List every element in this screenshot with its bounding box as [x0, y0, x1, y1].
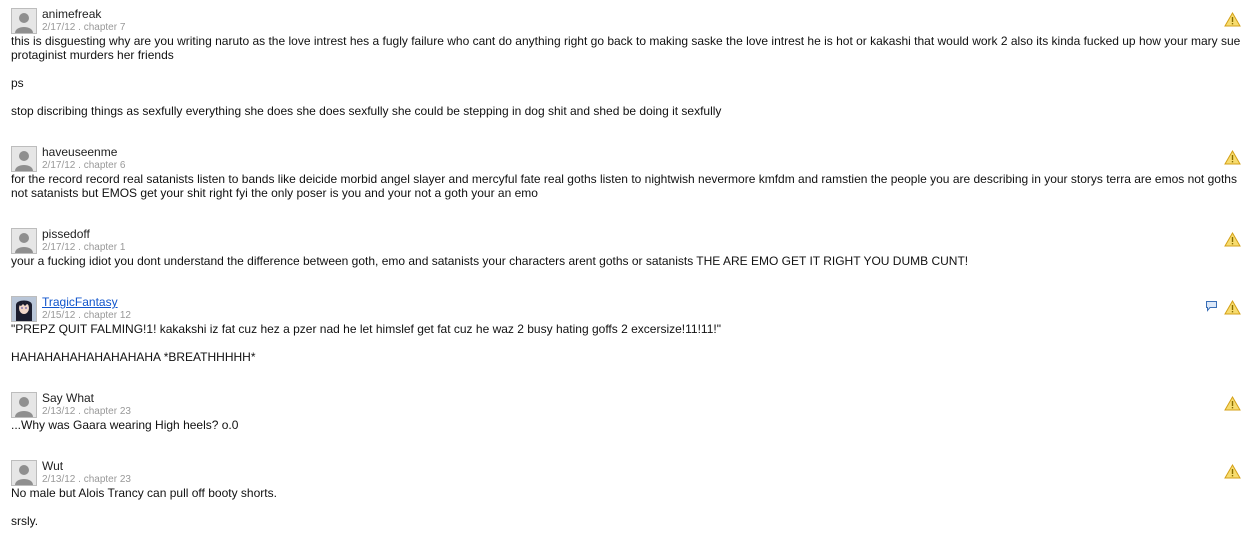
- avatar: [11, 460, 37, 486]
- report-warning-icon[interactable]: [1224, 396, 1241, 411]
- review-paragraph: ps: [11, 76, 24, 90]
- avatar: [11, 8, 37, 34]
- review-date-chapter: 2/13/12 . chapter 23: [42, 406, 131, 417]
- avatar: [11, 228, 37, 254]
- review-date-chapter: 2/15/12 . chapter 12: [42, 310, 131, 321]
- review-text: ...Why was Gaara wearing High heels? o.0: [11, 418, 1243, 432]
- review-text: your a fucking idiot you dont understand…: [11, 254, 1243, 268]
- reviewer-name: pissedoff: [42, 227, 90, 241]
- review-paragraph: ...Why was Gaara wearing High heels? o.0: [11, 418, 239, 432]
- review-date-chapter: 2/17/12 . chapter 7: [42, 22, 126, 33]
- reply-speech-bubble-icon[interactable]: [1205, 300, 1218, 312]
- review-paragraph: srsly.: [11, 514, 39, 528]
- reviewer-name: haveuseenme: [42, 145, 118, 159]
- review-text: this is disguesting why are you writing …: [11, 34, 1243, 118]
- default-user-icon: [12, 461, 36, 485]
- default-user-icon: [12, 229, 36, 253]
- review-paragraph: this is disguesting why are you writing …: [11, 34, 1241, 62]
- review-text: for the record record real satanists lis…: [11, 172, 1243, 200]
- default-user-icon: [12, 9, 36, 33]
- review-paragraph: HAHAHAHAHAHAHAHAHA *BREATHHHHH*: [11, 350, 256, 364]
- review-date-chapter: 2/13/12 . chapter 23: [42, 474, 131, 485]
- review-meta: Say What 2/13/12 . chapter 23: [42, 391, 131, 418]
- avatar: [11, 146, 37, 172]
- report-warning-icon[interactable]: [1224, 464, 1241, 479]
- review-paragraph: stop discribing things as sexfully every…: [11, 104, 722, 118]
- report-warning-icon[interactable]: [1224, 300, 1241, 315]
- review-meta: animefreak 2/17/12 . chapter 7: [42, 7, 125, 34]
- reviewer-name: Wut: [42, 459, 64, 473]
- review-date-chapter: 2/17/12 . chapter 6: [42, 160, 126, 171]
- review-meta: haveuseenme 2/17/12 . chapter 6: [42, 145, 125, 172]
- reviewer-name: animefreak: [42, 7, 102, 21]
- user-avatar-image: [12, 297, 36, 321]
- reviewer-profile-link[interactable]: TragicFantasy: [42, 295, 131, 309]
- report-warning-icon[interactable]: [1224, 232, 1241, 247]
- avatar: [11, 392, 37, 418]
- report-warning-icon[interactable]: [1224, 150, 1241, 165]
- report-warning-icon[interactable]: [1224, 12, 1241, 27]
- review-meta: TragicFantasy 2/15/12 . chapter 12: [42, 295, 131, 322]
- review-meta: Wut 2/13/12 . chapter 23: [42, 459, 131, 486]
- review-paragraph: for the record record real satanists lis…: [11, 172, 1237, 200]
- avatar[interactable]: [11, 296, 37, 322]
- review-text: No male but Alois Trancy can pull off bo…: [11, 486, 1243, 528]
- review-paragraph: your a fucking idiot you dont understand…: [11, 254, 969, 268]
- review-paragraph: "PREPZ QUIT FALMING!1! kakakshi iz fat c…: [11, 322, 721, 336]
- default-user-icon: [12, 147, 36, 171]
- review-paragraph: No male but Alois Trancy can pull off bo…: [11, 486, 277, 500]
- reviewer-name: Say What: [42, 391, 95, 405]
- review-date-chapter: 2/17/12 . chapter 1: [42, 242, 126, 253]
- review-text: "PREPZ QUIT FALMING!1! kakakshi iz fat c…: [11, 322, 1243, 364]
- default-user-icon: [12, 393, 36, 417]
- review-meta: pissedoff 2/17/12 . chapter 1: [42, 227, 125, 254]
